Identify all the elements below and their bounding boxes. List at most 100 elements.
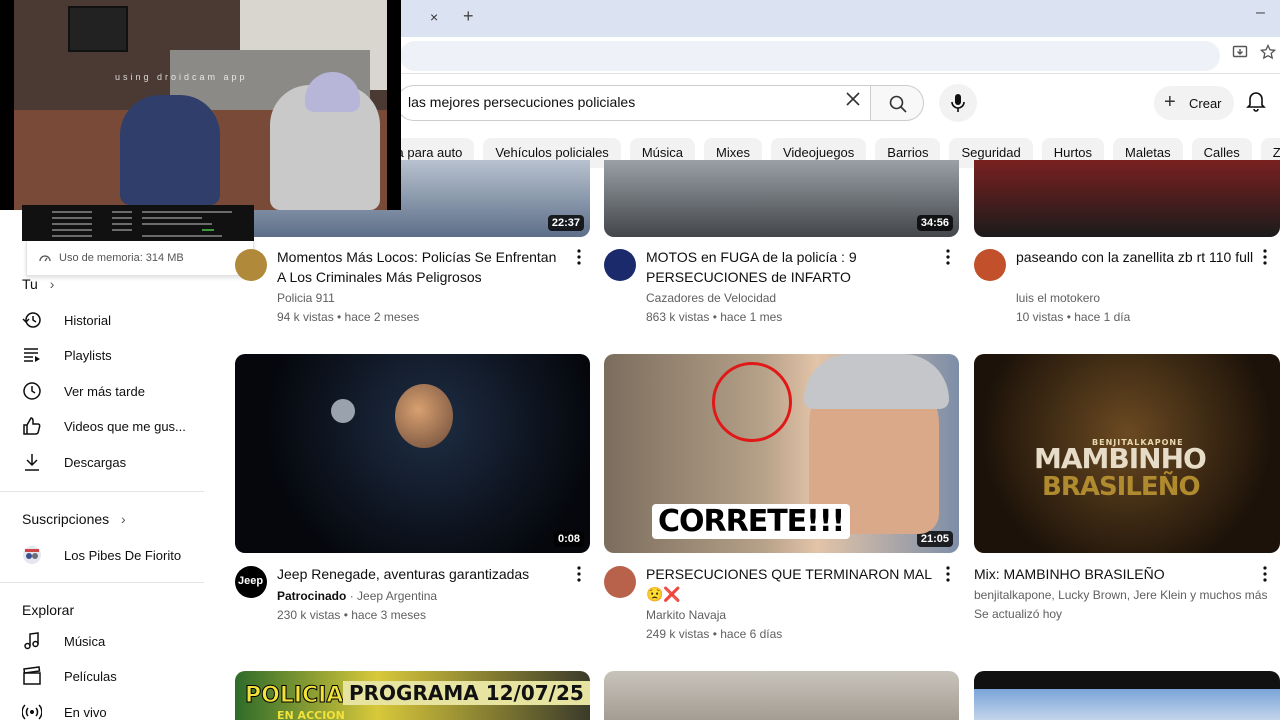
sponsored-label: Patrocinado bbox=[277, 589, 347, 603]
channel-line: Patrocinado · Jeep Argentina bbox=[277, 587, 437, 606]
sidebar-item[interactable]: Playlists bbox=[22, 343, 112, 367]
explore-heading: Explorar bbox=[22, 602, 75, 618]
sidebar-item[interactable]: Ver más tarde bbox=[22, 379, 145, 403]
movies-icon bbox=[22, 666, 42, 686]
video-stats: Se actualizó hoy bbox=[974, 607, 1063, 621]
video-title[interactable]: PERSECUCIONES QUE TERMINARON MAL 😟❌ bbox=[646, 564, 936, 604]
sidebar-divider bbox=[0, 491, 204, 492]
sidebar-item-label: En vivo bbox=[64, 704, 107, 720]
channel-name[interactable]: benjitalkapone, Lucky Brown, Jere Klein … bbox=[974, 586, 1267, 605]
sidebar-item[interactable]: Videos que me gus... bbox=[22, 414, 186, 438]
sidebar-item-label: Historial bbox=[64, 312, 111, 328]
channel-name[interactable]: Cazadores de Velocidad bbox=[646, 289, 776, 308]
channel-avatar[interactable] bbox=[974, 249, 1006, 281]
memory-usage-tooltip: Uso de memoria: 314 MB bbox=[26, 240, 254, 276]
video-duration-badge: 22:37 bbox=[547, 215, 584, 231]
sidebar-item[interactable]: Música bbox=[22, 629, 105, 653]
sidebar-item[interactable]: Descargas bbox=[22, 450, 126, 474]
more-actions-icon[interactable] bbox=[946, 249, 950, 269]
bookmark-star-icon[interactable] bbox=[1259, 43, 1277, 64]
video-thumbnail[interactable] bbox=[974, 671, 1280, 720]
jeep-logo-text: Jeep bbox=[238, 575, 264, 587]
thumbnail-caption: CORRETE!!! bbox=[652, 504, 851, 539]
search-input[interactable]: las mejores persecuciones policiales bbox=[408, 94, 635, 110]
channel-name[interactable]: Markito Navaja bbox=[646, 606, 726, 625]
notifications-bell-icon[interactable] bbox=[1246, 90, 1266, 117]
sidebar-item[interactable]: Películas bbox=[22, 664, 117, 688]
more-actions-icon[interactable] bbox=[577, 566, 581, 586]
address-bar[interactable] bbox=[400, 41, 1220, 71]
video-title[interactable]: Momentos Más Locos: Policías Se Enfrenta… bbox=[277, 247, 567, 287]
new-tab-icon[interactable]: + bbox=[463, 6, 474, 27]
live-icon bbox=[22, 702, 42, 720]
chevron-right-icon: › bbox=[49, 276, 55, 292]
music-icon bbox=[22, 631, 42, 651]
video-title[interactable]: paseando con la zanellita zb rt 110 full bbox=[1016, 247, 1276, 267]
playlists-icon bbox=[22, 345, 42, 365]
webcam-overlay: using droidcam app bbox=[0, 0, 401, 210]
red-circle-highlight bbox=[712, 362, 792, 442]
install-app-icon[interactable] bbox=[1232, 44, 1248, 64]
channel-avatar[interactable] bbox=[235, 249, 267, 281]
thumbnail-title-line2: BRASILEÑO bbox=[1042, 472, 1201, 502]
sidebar-item-label: Los Pibes De Fiorito bbox=[64, 547, 182, 563]
video-stats: 10 vistas • hace 1 día bbox=[1016, 310, 1131, 324]
more-actions-icon[interactable] bbox=[946, 566, 950, 586]
channel-avatar[interactable]: Jeep bbox=[235, 566, 267, 598]
more-actions-icon[interactable] bbox=[1263, 249, 1267, 269]
video-thumbnail[interactable]: 21:05 CORRETE!!! bbox=[604, 354, 959, 553]
video-thumbnail[interactable] bbox=[974, 160, 1280, 237]
video-thumbnail[interactable]: POLICIAS PROGRAMA 12/07/25 EN ACCION bbox=[235, 671, 590, 720]
subscriptions-heading[interactable]: Suscripciones › bbox=[22, 511, 126, 527]
more-actions-icon[interactable] bbox=[577, 249, 581, 269]
sidebar-item[interactable]: Historial bbox=[22, 308, 111, 332]
thumbs-up-icon bbox=[22, 416, 42, 436]
video-title[interactable]: MOTOS en FUGA de la policía : 9 PERSECUC… bbox=[646, 247, 936, 287]
sidebar-item[interactable]: En vivo bbox=[22, 700, 107, 720]
more-actions-icon[interactable] bbox=[1263, 566, 1267, 586]
channel-avatar[interactable] bbox=[604, 566, 636, 598]
video-title[interactable]: Jeep Renegade, aventuras garantizadas bbox=[277, 564, 567, 584]
video-stats: 863 k vistas • hace 1 mes bbox=[646, 310, 783, 324]
channel-name[interactable]: luis el motokero bbox=[1016, 289, 1100, 308]
create-label: Crear bbox=[1189, 96, 1222, 111]
sidebar-item-label: Playlists bbox=[64, 347, 112, 363]
sidebar-item[interactable]: Los Pibes De Fiorito bbox=[22, 543, 181, 567]
clear-search-icon[interactable] bbox=[843, 89, 863, 115]
create-button[interactable]: + Crear bbox=[1154, 86, 1234, 120]
sidebar-item-label: Películas bbox=[64, 668, 117, 684]
channel-name[interactable]: Jeep Argentina bbox=[357, 589, 437, 603]
cam-person-left bbox=[120, 95, 220, 205]
separator: · bbox=[346, 589, 358, 603]
subscriptions-heading-label: Suscripciones bbox=[22, 511, 110, 527]
minimize-window-icon[interactable]: – bbox=[1256, 4, 1265, 22]
cam-tv bbox=[68, 6, 128, 52]
video-thumbnail[interactable] bbox=[604, 671, 959, 720]
you-heading-label: Tu bbox=[22, 276, 38, 292]
memory-icon bbox=[39, 255, 51, 262]
channel-avatar-icon bbox=[22, 545, 42, 565]
video-thumbnail[interactable]: BENJITALKAPONE MAMBINHO BRASILEÑO bbox=[974, 354, 1280, 553]
plus-icon: + bbox=[1164, 91, 1176, 113]
channel-name[interactable]: Policia 911 bbox=[277, 289, 335, 308]
thumbnail-caption: EN ACCION bbox=[277, 709, 345, 720]
mini-screen-preview bbox=[22, 205, 254, 241]
cam-border-right bbox=[387, 0, 401, 210]
you-section-heading[interactable]: Tu › bbox=[22, 276, 54, 292]
voice-search-button[interactable] bbox=[939, 84, 977, 122]
video-duration-badge: 34:56 bbox=[916, 215, 953, 231]
webcam-watermark: using droidcam app bbox=[115, 72, 248, 82]
thumbnail-caption: PROGRAMA 12/07/25 bbox=[343, 681, 590, 705]
microphone-icon bbox=[951, 94, 965, 112]
chevron-right-icon: › bbox=[121, 511, 126, 527]
sidebar-divider bbox=[0, 582, 204, 583]
thumbnail-title-line1: MAMBINHO bbox=[1034, 442, 1207, 475]
video-thumbnail[interactable]: 34:56 bbox=[604, 160, 959, 237]
channel-avatar[interactable] bbox=[604, 249, 636, 281]
close-tab-icon[interactable]: × bbox=[430, 9, 438, 25]
search-button[interactable] bbox=[870, 85, 924, 121]
video-stats: 249 k vistas • hace 6 días bbox=[646, 627, 783, 641]
sidebar-item-label: Música bbox=[64, 633, 106, 649]
video-title[interactable]: Mix: MAMBINHO BRASILEÑO bbox=[974, 564, 1274, 584]
video-thumbnail[interactable]: 0:08 bbox=[235, 354, 590, 553]
